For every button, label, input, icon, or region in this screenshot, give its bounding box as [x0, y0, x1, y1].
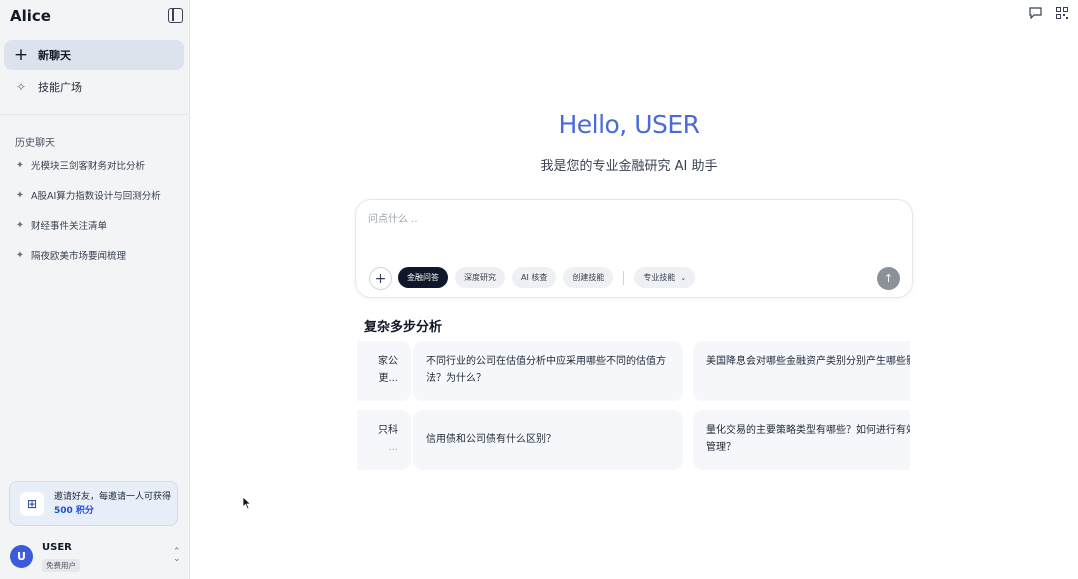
mode-chip-deep-research[interactable]: 深度研究 [455, 267, 505, 288]
mode-chip-ai-check[interactable]: AI 核查 [512, 267, 557, 288]
question-card-line2: ... [388, 442, 398, 453]
skills-dropdown-label: 专业技能 [643, 273, 676, 282]
chat-input-box: + 金融问答 深度研究 AI 核查 创建技能 专业技能 ⌄ ↑ [355, 199, 913, 298]
history-item-label: 财经事件关注清单 [31, 221, 108, 232]
history-title: 历史聊天 [15, 138, 55, 149]
question-card[interactable]: 美国降息会对哪些金融资产类别分别产生哪些影响？ [693, 341, 910, 401]
greeting-subtitle: 我是您的专业金融研究 AI 助手 [540, 159, 718, 174]
history-item[interactable]: ✦ A股AI算力指数设计与回测分析 [8, 180, 184, 210]
question-card-text: 不同行业的公司在估值分析中应采用哪些不同的估值方法？为什么？ [426, 356, 666, 384]
user-plan-badge: 免费用户 [42, 559, 80, 572]
question-card[interactable]: 量化交易的主要策略类型有哪些？如何进行有效的风险管理？ [693, 410, 910, 470]
history-item-label: 隔夜欧美市场要闻梳理 [31, 251, 127, 262]
sparkle-icon: ✦ [15, 159, 25, 171]
plus-icon: + [13, 44, 29, 65]
greeting-title: Hello, USER [558, 110, 700, 139]
gift-icon: ⊞ [20, 492, 44, 516]
invite-card[interactable]: ⊞ 邀请好友，每邀请一人可获得 500 积分 [9, 481, 178, 526]
section-title: 复杂多步分析 [364, 320, 443, 335]
history-item-label: 光模块三剑客财务对比分析 [31, 161, 146, 172]
history-list: ✦ 光模块三剑客财务对比分析 ✦ A股AI算力指数设计与回测分析 ✦ 财经事件关… [8, 150, 184, 270]
question-card-line2: 更... [378, 373, 398, 384]
history-item[interactable]: ✦ 隔夜欧美市场要闻梳理 [8, 240, 184, 270]
question-card[interactable]: 家公 更... [357, 341, 411, 401]
chat-input[interactable] [368, 210, 868, 228]
qr-code-icon[interactable] [1055, 6, 1069, 20]
invite-points: 500 积分 [54, 506, 94, 516]
user-profile[interactable]: U USER 免费用户 ⌃ ⌄ [10, 540, 186, 574]
question-card-text: 信用债和公司债有什么区别？ [426, 434, 556, 445]
brand-logo: Alice [10, 7, 51, 25]
question-card-text: 美国降息会对哪些金融资产类别分别产生哪些影响？ [706, 356, 910, 367]
invite-text: 邀请好友，每邀请一人可获得 500 积分 [54, 490, 174, 518]
question-card-line1: 家公 [378, 356, 398, 367]
mode-chip-create-skill[interactable]: 创建技能 [563, 267, 614, 288]
new-chat-button[interactable]: + 新聊天 [4, 40, 184, 70]
question-card[interactable]: 不同行业的公司在估值分析中应采用哪些不同的估值方法？为什么？ [413, 341, 683, 401]
history-item[interactable]: ✦ 财经事件关注清单 [8, 210, 184, 240]
avatar: U [10, 545, 33, 568]
skills-dropdown[interactable]: 专业技能 ⌄ [634, 267, 696, 288]
sparkle-icon: ✦ [15, 249, 25, 261]
skills-plaza-label: 技能广场 [38, 81, 82, 94]
new-chat-label: 新聊天 [38, 49, 71, 62]
question-card-text: 量化交易的主要策略类型有哪些？如何进行有效的风险管理？ [706, 425, 910, 453]
sparkle-icon: ✦ [15, 189, 25, 201]
mode-selector: 金融问答 深度研究 AI 核查 创建技能 专业技能 ⌄ [398, 267, 696, 288]
mode-separator [623, 270, 625, 285]
sidebar-divider [0, 114, 190, 115]
send-arrow-icon[interactable]: ↑ [877, 267, 900, 290]
sparkle-icon: ✦ [15, 219, 25, 231]
attach-plus-icon[interactable]: + [369, 267, 392, 290]
question-card-text: 家公 更... [357, 353, 398, 387]
chevron-down-icon: ⌄ [680, 273, 687, 282]
question-card-line1: 只科 [378, 425, 398, 436]
mode-chip-finance-qa[interactable]: 金融问答 [398, 267, 448, 288]
sidebar-toggle-icon[interactable] [168, 8, 183, 23]
question-card[interactable]: 信用债和公司债有什么区别？ [413, 410, 683, 470]
skills-plaza-button[interactable]: ✧ 技能广场 [4, 73, 184, 101]
magic-wand-icon: ✧ [15, 80, 27, 94]
mouse-cursor-icon [242, 496, 252, 510]
history-item-label: A股AI算力指数设计与回测分析 [31, 191, 161, 202]
user-name: USER [42, 542, 72, 553]
invite-message: 邀请好友，每邀请一人可获得 [54, 492, 172, 502]
history-item[interactable]: ✦ 光模块三剑客财务对比分析 [8, 150, 184, 180]
chat-bubble-icon[interactable] [1028, 6, 1042, 20]
question-card[interactable]: 只科 ... [357, 410, 411, 470]
sidebar: Alice + 新聊天 ✧ 技能广场 历史聊天 ✦ 光模块三剑客财务对比分析 ✦… [0, 0, 190, 579]
chevron-up-down-icon: ⌃ ⌄ [173, 547, 181, 564]
question-card-text: 只科 ... [357, 422, 398, 456]
question-cards: 家公 更... 不同行业的公司在估值分析中应采用哪些不同的估值方法？为什么？ 美… [357, 340, 910, 470]
